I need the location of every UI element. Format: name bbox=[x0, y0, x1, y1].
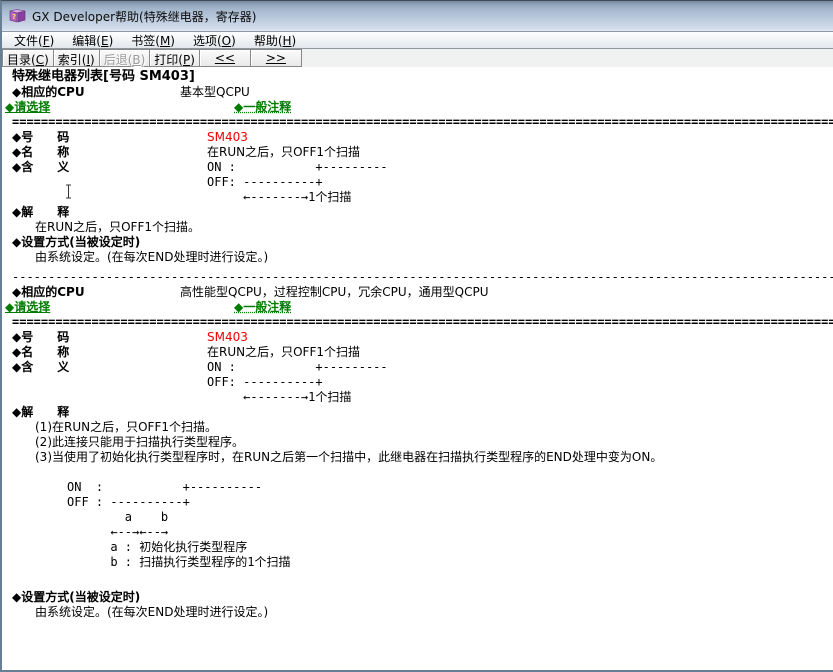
diagram-ab-labels: a b bbox=[67, 510, 833, 525]
window-title: GX Developer帮助(特殊继电器，寄存器) bbox=[32, 8, 256, 25]
explanation-item-1: (1)在RUN之后，只OFF1个扫描。 bbox=[35, 420, 833, 435]
select-link[interactable]: ◆请选择 bbox=[5, 300, 50, 314]
number-label: ◆号 码 bbox=[12, 330, 207, 345]
timing-on-line: ON : +--------- bbox=[207, 360, 388, 375]
menu-bookmark[interactable]: 书签(M) bbox=[122, 31, 184, 50]
timing-diagram: ON : +---------- OFF : ----------+ a b ←… bbox=[67, 480, 833, 570]
explanation-item-2: (2)此连接只能用于扫描执行类型程序。 bbox=[35, 435, 833, 450]
menu-file[interactable]: 文件(F) bbox=[5, 31, 63, 50]
number-row: ◆号 码 SM403 bbox=[12, 330, 833, 345]
explanation-label: ◆解 释 bbox=[12, 405, 833, 420]
cpu-value: 高性能型QCPU，过程控制CPU，冗余CPU，通用型QCPU bbox=[180, 285, 489, 300]
back-button: 后退(B) bbox=[99, 49, 151, 67]
double-rule: ========================================… bbox=[12, 315, 833, 330]
explanation-label: ◆解 释 bbox=[12, 205, 833, 220]
toolbar: 目录(C) 索引(I) 后退(B) 打印(P) << >> bbox=[2, 49, 833, 68]
browse-next-button[interactable]: >> bbox=[250, 49, 302, 67]
spacer bbox=[12, 570, 833, 585]
diagram-on-line: ON : +---------- bbox=[67, 480, 833, 495]
menu-bar: 文件(F) 编辑(E) 书签(M) 选项(O) 帮助(H) bbox=[2, 32, 833, 49]
cpu-label: ◆相应的CPU bbox=[12, 285, 180, 300]
help-window: ? GX Developer帮助(特殊继电器，寄存器) 文件(F) 编辑(E) … bbox=[0, 0, 833, 672]
timing-arrow-line: ←-------→1个扫描 bbox=[207, 390, 388, 405]
diagram-arrows: ←--→←--→ bbox=[67, 525, 833, 540]
meaning-row: ◆含 义 ON : +--------- OFF: ----------+ ←-… bbox=[12, 360, 833, 405]
cpu-row: ◆相应的CPU 高性能型QCPU，过程控制CPU，冗余CPU，通用型QCPU bbox=[12, 285, 833, 300]
links-row: ◆请选择 ◆一般注释 bbox=[5, 100, 833, 115]
general-note-link[interactable]: ◆一般注释 bbox=[234, 300, 291, 315]
number-row: ◆号 码 SM403 bbox=[12, 130, 833, 145]
name-label: ◆名 称 bbox=[12, 345, 207, 360]
diagram-a-desc: a : 初始化执行类型程序 bbox=[67, 540, 833, 555]
spacer bbox=[12, 465, 833, 480]
help-content: 特殊继电器列表[号码 SM403] ◆相应的CPU 基本型QCPU ◆请选择 ◆… bbox=[2, 67, 833, 670]
dashed-rule: ----------------------------------------… bbox=[12, 270, 833, 285]
menu-edit[interactable]: 编辑(E) bbox=[63, 31, 122, 50]
svg-text:?: ? bbox=[12, 13, 16, 21]
name-row: ◆名 称 在RUN之后，只OFF1个扫描 bbox=[12, 345, 833, 360]
explanation-body: 在RUN之后，只OFF1个扫描。 bbox=[35, 220, 833, 235]
number-value: SM403 bbox=[207, 330, 248, 345]
cpu-value: 基本型QCPU bbox=[180, 85, 250, 100]
setting-label: ◆设置方式(当被设定时) bbox=[12, 235, 833, 250]
name-row: ◆名 称 在RUN之后，只OFF1个扫描 bbox=[12, 145, 833, 160]
setting-label: ◆设置方式(当被设定时) bbox=[12, 590, 833, 605]
cpu-label: ◆相应的CPU bbox=[12, 85, 180, 100]
meaning-label: ◆含 义 bbox=[12, 160, 207, 205]
general-note-link[interactable]: ◆一般注释 bbox=[234, 100, 291, 115]
meaning-label: ◆含 义 bbox=[12, 360, 207, 405]
timing-chart: ON : +--------- OFF: ----------+ ←------… bbox=[207, 360, 388, 405]
browse-prev-button[interactable]: << bbox=[199, 49, 251, 67]
help-book-icon: ? bbox=[9, 8, 26, 24]
timing-off-line: OFF: ----------+ bbox=[207, 175, 388, 190]
diagram-off-line: OFF : ----------+ bbox=[67, 495, 833, 510]
name-value: 在RUN之后，只OFF1个扫描 bbox=[207, 345, 360, 360]
select-link[interactable]: ◆请选择 bbox=[5, 100, 50, 114]
diagram-b-desc: b : 扫描执行类型程序的1个扫描 bbox=[67, 555, 833, 570]
number-value: SM403 bbox=[207, 130, 248, 145]
cpu-row: ◆相应的CPU 基本型QCPU bbox=[12, 85, 833, 100]
explanation-item-3: (3)当使用了初始化执行类型程序时，在RUN之后第一个扫描中，此继电器在扫描执行… bbox=[35, 450, 833, 465]
setting-body: 由系统设定。(在每次END处理时进行设定。) bbox=[35, 250, 833, 265]
menu-options[interactable]: 选项(O) bbox=[184, 31, 245, 50]
page-title: 特殊继电器列表[号码 SM403] bbox=[12, 69, 833, 85]
timing-chart: ON : +--------- OFF: ----------+ ←------… bbox=[207, 160, 388, 205]
timing-arrow-line: ←-------→1个扫描 bbox=[207, 190, 388, 205]
double-rule: ========================================… bbox=[12, 115, 833, 130]
setting-body: 由系统设定。(在每次END处理时进行设定。) bbox=[35, 605, 833, 620]
timing-on-line: ON : +--------- bbox=[207, 160, 388, 175]
title-bar: ? GX Developer帮助(特殊继电器，寄存器) bbox=[2, 1, 833, 32]
menu-help[interactable]: 帮助(H) bbox=[245, 31, 305, 50]
meaning-row: ◆含 义 ON : +--------- OFF: ----------+ ←-… bbox=[12, 160, 833, 205]
number-label: ◆号 码 bbox=[12, 130, 207, 145]
print-button[interactable]: 打印(P) bbox=[149, 49, 200, 67]
name-label: ◆名 称 bbox=[12, 145, 207, 160]
timing-off-line: OFF: ----------+ bbox=[207, 375, 388, 390]
name-value: 在RUN之后，只OFF1个扫描 bbox=[207, 145, 360, 160]
links-row: ◆请选择 ◆一般注释 bbox=[5, 300, 833, 315]
index-button[interactable]: 索引(I) bbox=[53, 49, 100, 67]
contents-button[interactable]: 目录(C) bbox=[2, 49, 54, 67]
